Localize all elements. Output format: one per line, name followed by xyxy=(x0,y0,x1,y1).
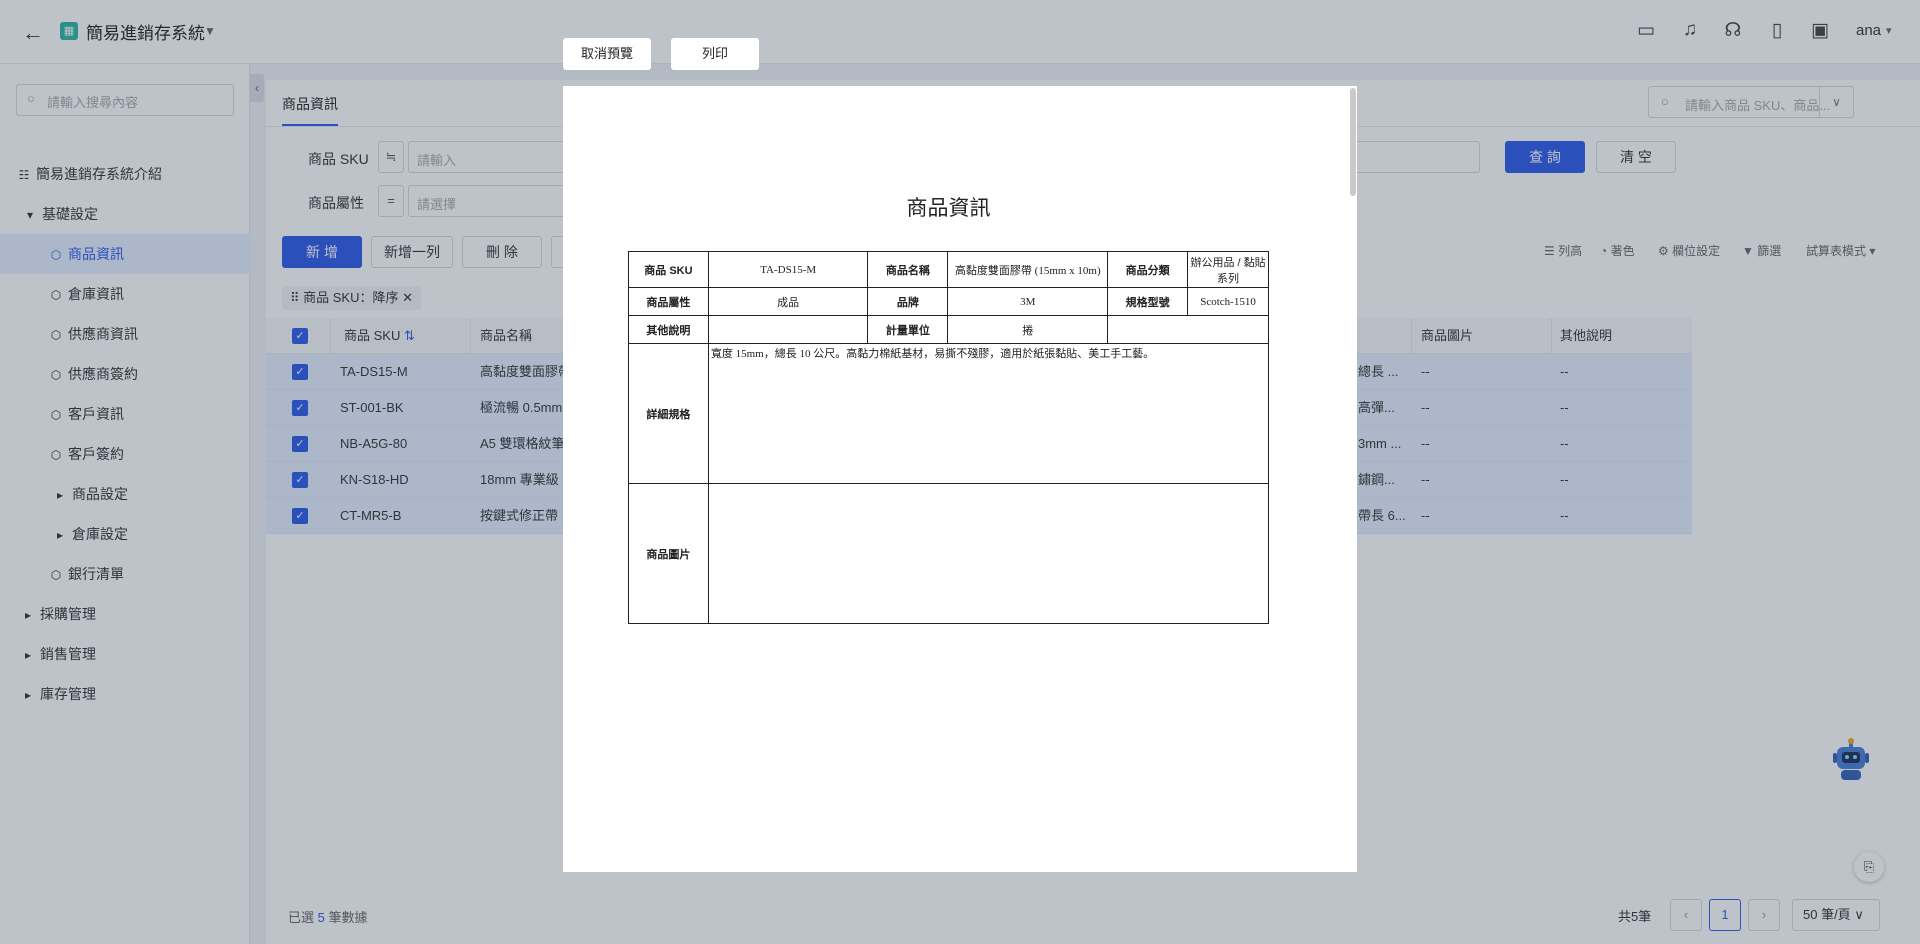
value-notes xyxy=(707,315,869,344)
cancel-preview-button[interactable]: 取消預覽 xyxy=(563,38,651,70)
value-unit: 捲 xyxy=(947,315,1109,344)
label-detail: 詳細規格 xyxy=(628,343,709,484)
value-image xyxy=(707,483,1270,624)
value-name: 高黏度雙面膠帶 (15mm x 10m) xyxy=(947,251,1109,288)
label-unit: 計量單位 xyxy=(867,315,949,344)
label-sku: 商品 SKU xyxy=(628,251,709,288)
label-attr: 商品屬性 xyxy=(628,287,709,316)
label-model: 規格型號 xyxy=(1107,287,1189,316)
label-image: 商品圖片 xyxy=(628,483,709,624)
product-detail-table: 商品 SKU TA-DS15-M 商品名稱 高黏度雙面膠帶 (15mm x 10… xyxy=(628,251,1270,624)
empty-cell xyxy=(1107,315,1269,344)
print-button[interactable]: 列印 xyxy=(671,38,759,70)
value-sku: TA-DS15-M xyxy=(707,251,869,288)
value-brand: 3M xyxy=(947,287,1109,316)
label-name: 商品名稱 xyxy=(867,251,949,288)
value-category: 辦公用品 / 黏貼系列 xyxy=(1187,251,1269,288)
value-attr: 成品 xyxy=(707,287,869,316)
label-brand: 品牌 xyxy=(867,287,949,316)
preview-scrollbar[interactable] xyxy=(1350,88,1356,196)
value-model: Scotch-1510 xyxy=(1187,287,1269,316)
label-notes: 其他說明 xyxy=(628,315,709,344)
value-detail: 寬度 15mm，總長 10 公尺。高黏力棉紙基材，易撕不殘膠，適用於紙張黏貼、美… xyxy=(707,343,1270,484)
label-category: 商品分類 xyxy=(1107,251,1189,288)
document-title: 商品資訊 xyxy=(906,197,991,220)
